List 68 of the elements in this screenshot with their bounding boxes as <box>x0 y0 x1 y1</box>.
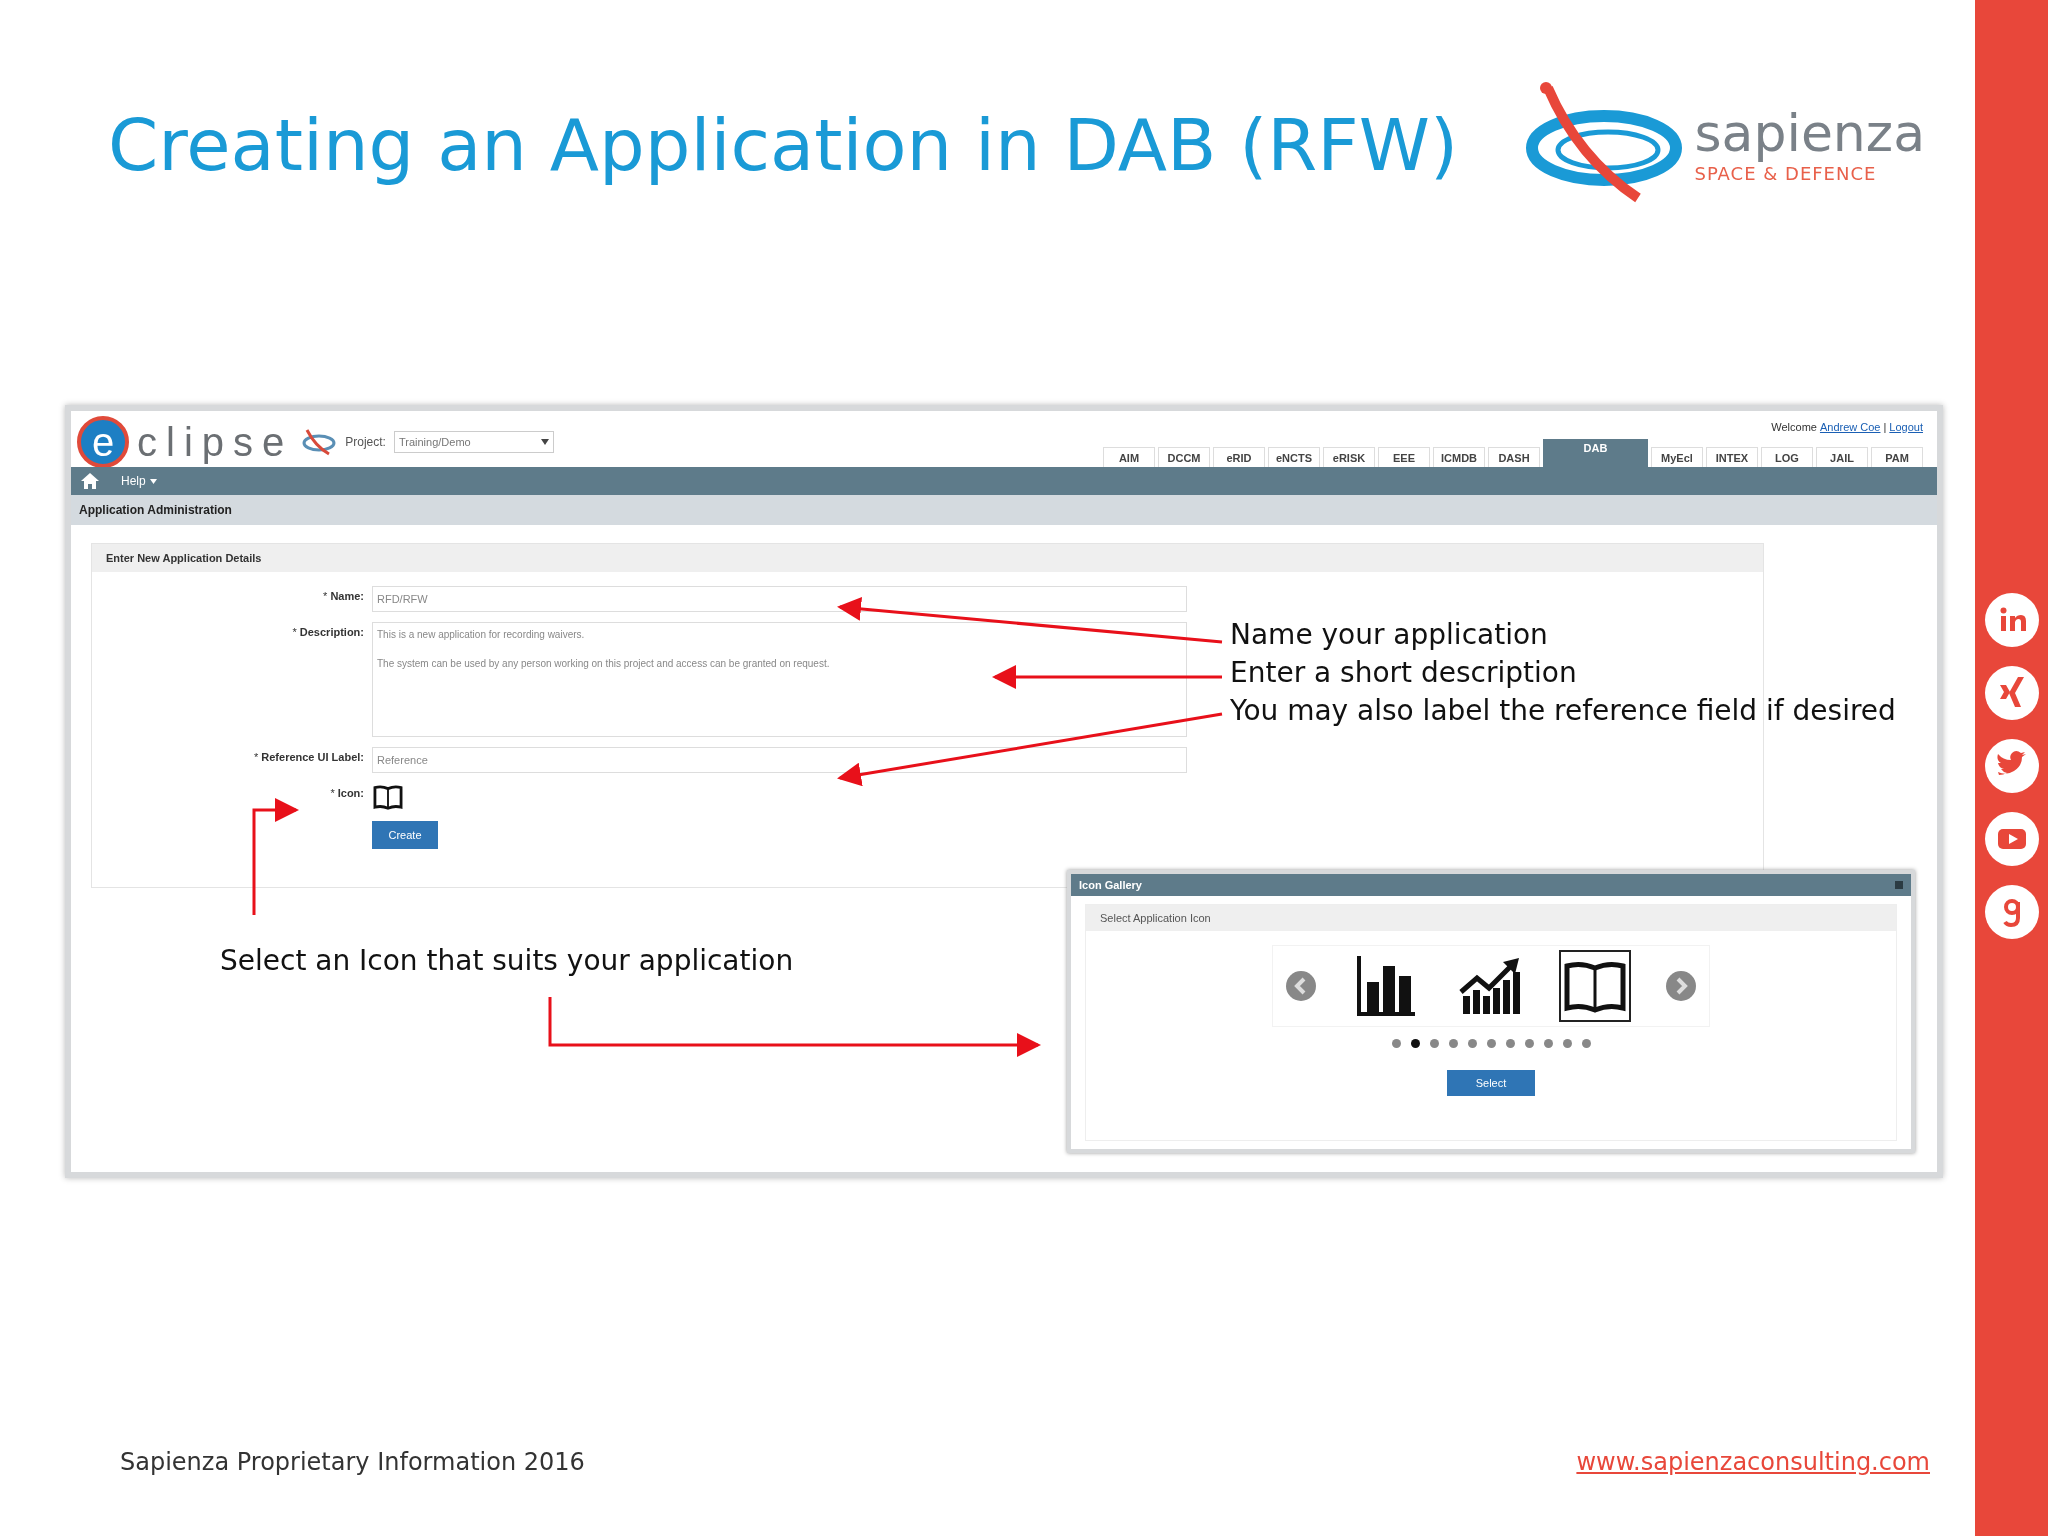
field-label: * Reference UI Label: <box>252 750 364 765</box>
annotation-text: Select an Icon that suits your application <box>220 944 794 977</box>
video-play-icon[interactable] <box>1983 811 2040 867</box>
module-tab[interactable]: PAM <box>1871 447 1923 467</box>
field-label: * Description: <box>291 625 364 640</box>
module-tab[interactable]: INTEX <box>1706 447 1758 467</box>
app-logo-badge: e <box>77 416 129 468</box>
panel-title: Enter New Application Details <box>92 544 1763 572</box>
field-label: * Icon: <box>329 786 364 801</box>
help-menu[interactable]: Help <box>121 474 157 488</box>
page-dot[interactable] <box>1505 1039 1515 1048</box>
module-tab[interactable]: DAB <box>1543 439 1648 467</box>
next-icon[interactable] <box>1665 970 1697 1002</box>
xing-icon[interactable] <box>1983 665 2040 721</box>
book-icon[interactable] <box>1561 952 1629 1020</box>
project-dropdown[interactable]: Training/Demo <box>393 431 554 453</box>
user-link[interactable]: Andrew Coe <box>1819 421 1881 433</box>
app-logo-text: clipse <box>137 419 294 465</box>
home-icon[interactable] <box>81 473 99 489</box>
slide-title: Creating an Application in DAB (RFW) <box>108 103 1459 187</box>
page-dot[interactable] <box>1467 1039 1477 1048</box>
previous-icon[interactable] <box>1285 970 1317 1002</box>
annotation-text: Name your application <box>1230 618 1548 651</box>
field-label: * Name: <box>322 589 364 604</box>
website-link[interactable]: www.sapienzaconsulting.com <box>1576 1448 1930 1476</box>
welcome-text: Welcome <box>1771 421 1817 433</box>
google-icon[interactable] <box>1983 884 2040 940</box>
page-dot[interactable] <box>1524 1039 1534 1048</box>
caret-icon <box>149 478 157 484</box>
module-tab[interactable]: JAIL <box>1816 447 1868 467</box>
text-field[interactable]: Reference <box>372 747 1187 773</box>
page-dot[interactable] <box>1429 1039 1439 1048</box>
footer-text: Sapienza Proprietary Information 2016 <box>120 1448 585 1476</box>
module-tab[interactable]: eRID <box>1213 447 1265 467</box>
annotation-text: You may also label the reference field if desired <box>1230 694 1896 727</box>
module-tab[interactable]: eNCTS <box>1268 447 1320 467</box>
orbit-icon <box>301 428 338 456</box>
dialog-title: Icon Gallery <box>1079 879 1142 891</box>
page-dot[interactable] <box>1543 1039 1553 1048</box>
annotation-text: Enter a short description <box>1230 656 1577 689</box>
page-dot[interactable] <box>1391 1039 1401 1048</box>
create-button[interactable]: Create <box>372 821 438 849</box>
text-field[interactable]: RFD/RFW <box>372 586 1187 612</box>
book-icon[interactable] <box>372 783 404 811</box>
caret-icon <box>540 439 549 445</box>
module-tab[interactable]: DCCM <box>1158 447 1210 467</box>
page-dot[interactable] <box>1486 1039 1496 1048</box>
page-dot[interactable] <box>1410 1039 1420 1048</box>
bird-icon[interactable] <box>1983 738 2040 794</box>
section-title: Select Application Icon <box>1086 905 1896 931</box>
module-tab[interactable]: AIM <box>1103 447 1155 467</box>
module-tab[interactable]: eRISK <box>1323 447 1375 467</box>
select-button[interactable]: Select <box>1447 1070 1535 1096</box>
page-dot[interactable] <box>1448 1039 1458 1048</box>
page-dot[interactable] <box>1562 1039 1572 1048</box>
page-title: Application Administration <box>71 495 1937 525</box>
module-tab[interactable]: EEE <box>1378 447 1430 467</box>
logout-link[interactable]: Logout <box>1889 421 1923 433</box>
project-label: Project: <box>345 435 386 449</box>
logo-tagline: SPACE & DEFENCE <box>1694 162 1878 184</box>
page-dot[interactable] <box>1581 1039 1591 1048</box>
description-field[interactable]: This is a new application for recording waivers. The system can be used by any person working on this project and access can be granted on request. <box>372 622 1187 737</box>
linkedin-icon[interactable] <box>1983 592 2040 648</box>
separator: | <box>1883 421 1887 433</box>
module-tab[interactable]: DASH <box>1488 447 1540 467</box>
module-tab[interactable]: LOG <box>1761 447 1813 467</box>
module-tab[interactable]: MyEcl <box>1651 447 1703 467</box>
module-tab[interactable]: ICMDB <box>1433 447 1485 467</box>
